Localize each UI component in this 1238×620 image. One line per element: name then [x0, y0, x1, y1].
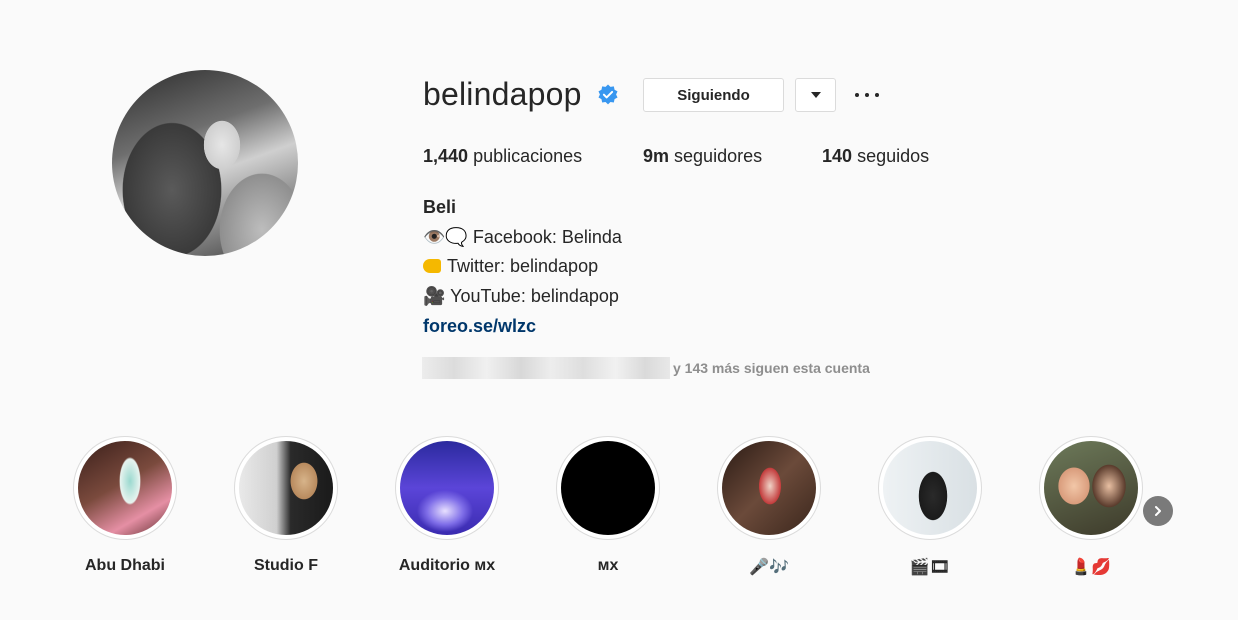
- highlight-ring: [1039, 436, 1143, 540]
- highlight-cover-image: [78, 441, 172, 535]
- highlight-label: мх: [597, 557, 619, 574]
- followers-label: seguidores: [674, 146, 763, 166]
- following-count: 140: [822, 146, 853, 166]
- story-highlight[interactable]: 🎤🎶: [694, 436, 844, 577]
- following-label: seguidos: [857, 146, 930, 166]
- profile-username: belindapop: [423, 76, 582, 112]
- suggestions-dropdown-button[interactable]: [795, 78, 836, 112]
- highlight-ring: [73, 436, 177, 540]
- chevron-right-icon[interactable]: [1143, 496, 1173, 526]
- posts-label: publicaciones: [473, 146, 583, 166]
- bio-name: Beli: [423, 197, 457, 217]
- chevron-down-icon: [810, 92, 821, 98]
- highlight-cover-image: [883, 441, 977, 535]
- bio-twitter-line: Twitter: belindapop: [423, 256, 598, 277]
- following-button[interactable]: Siguiendo: [643, 78, 784, 112]
- followed-by-avatars-blurred[interactable]: [422, 357, 670, 379]
- story-highlight[interactable]: 🎬🎞: [855, 436, 1005, 577]
- highlight-label: Auditorio мх: [398, 557, 496, 574]
- pointing-hand-icon: [423, 259, 441, 273]
- highlight-label: Abu Dhabi: [85, 557, 165, 574]
- highlight-ring: [717, 436, 821, 540]
- bio-external-link[interactable]: foreo.se/wlzc: [423, 316, 536, 337]
- highlight-ring: [878, 436, 982, 540]
- bio-youtube-line: 🎥 YouTube: belindapop: [423, 286, 619, 306]
- next-arrow-glyph: [1155, 506, 1161, 516]
- story-highlight[interactable]: Auditorio мх: [372, 436, 522, 575]
- highlight-ring: [234, 436, 338, 540]
- highlight-ring: [395, 436, 499, 540]
- highlight-cover-image: [722, 441, 816, 535]
- highlight-label: 🎬🎞: [909, 559, 951, 576]
- highlight-cover-image: [561, 441, 655, 535]
- profile-avatar[interactable]: [112, 70, 298, 256]
- story-highlight[interactable]: Studio F: [211, 436, 361, 575]
- more-options-icon[interactable]: [855, 87, 879, 103]
- bio-twitter-text: Twitter: belindapop: [447, 256, 599, 276]
- highlight-label: 💄💋: [1071, 559, 1111, 576]
- followers-count: 9m: [643, 146, 670, 166]
- highlight-cover-image: [239, 441, 333, 535]
- story-highlight[interactable]: Abu Dhabi: [50, 436, 200, 575]
- story-highlight[interactable]: мх: [533, 436, 683, 575]
- bio-facebook-line: 👁️🗨️ Facebook: Belinda: [423, 227, 622, 247]
- followed-by-text[interactable]: y 143 más siguen esta cuenta: [673, 360, 870, 376]
- verified-badge-icon: [598, 84, 618, 105]
- highlight-cover-image: [400, 441, 494, 535]
- highlight-label: Studio F: [254, 557, 318, 574]
- following-stat[interactable]: 140 seguidos: [822, 146, 929, 167]
- highlight-cover-image: [1044, 441, 1138, 535]
- posts-stat: 1,440 publicaciones: [423, 146, 582, 167]
- followers-stat[interactable]: 9m seguidores: [643, 146, 762, 167]
- highlight-label: 🎤🎶: [749, 559, 789, 576]
- posts-count: 1,440: [423, 146, 469, 166]
- highlight-ring: [556, 436, 660, 540]
